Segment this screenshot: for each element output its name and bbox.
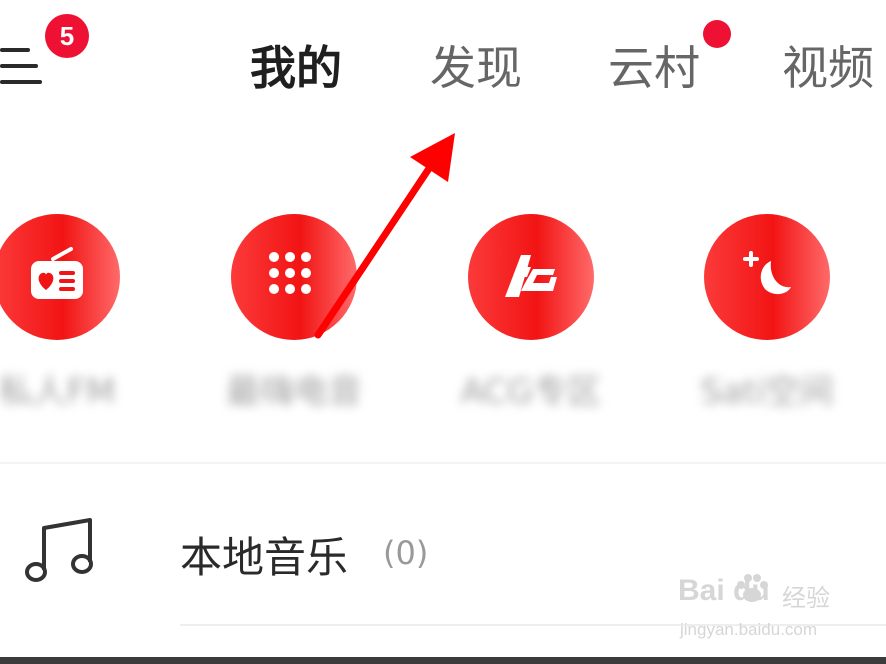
menu-icon: [0, 48, 30, 52]
feature-electronic-circle: [231, 214, 357, 340]
tab-cloud-village[interactable]: 云村: [608, 38, 700, 98]
menu-icon-bar: [0, 64, 38, 68]
section-divider: [0, 462, 886, 464]
feature-sati-space-circle: [704, 214, 830, 340]
feature-private-fm[interactable]: 私人FM: [0, 214, 122, 414]
feature-label: 私人FM: [0, 372, 116, 412]
feature-sati-space[interactable]: Sati空间: [700, 214, 834, 414]
acg-icon: [505, 255, 557, 297]
local-music-label: 本地音乐: [180, 533, 349, 582]
feature-acg-circle: [468, 214, 594, 340]
watermark-url: jingyan.baidu.com: [680, 620, 818, 639]
music-note-icon: [25, 518, 93, 582]
notification-badge: 5: [45, 14, 89, 58]
radio-icon: [31, 247, 83, 299]
menu-icon-bar: [0, 80, 42, 84]
baidu-jingyan-watermark: Bai du 经验 jingyan.baidu.com: [672, 570, 872, 650]
feature-acg[interactable]: ACG专区: [461, 214, 601, 414]
feature-label: ACG专区: [460, 372, 602, 412]
watermark-name: 经验: [782, 584, 830, 612]
tab-mine[interactable]: 我的: [250, 38, 342, 98]
feature-label: Sati空间: [700, 372, 834, 412]
moon-star-icon: [743, 251, 791, 295]
paw-icon: [737, 574, 768, 602]
tab-video[interactable]: 视频: [782, 38, 874, 98]
local-music-count: (0): [383, 534, 429, 572]
grid-dots-icon: [269, 252, 311, 294]
tab-cloud-village-dot-badge: [703, 20, 731, 48]
feature-electronic[interactable]: 最嗨电音: [226, 214, 362, 414]
feature-label: 最嗨电音: [226, 372, 362, 412]
bottom-edge: [0, 657, 886, 664]
feature-private-fm-circle: [0, 214, 120, 340]
menu-button[interactable]: [0, 48, 46, 92]
tab-discover[interactable]: 发现: [430, 38, 522, 98]
